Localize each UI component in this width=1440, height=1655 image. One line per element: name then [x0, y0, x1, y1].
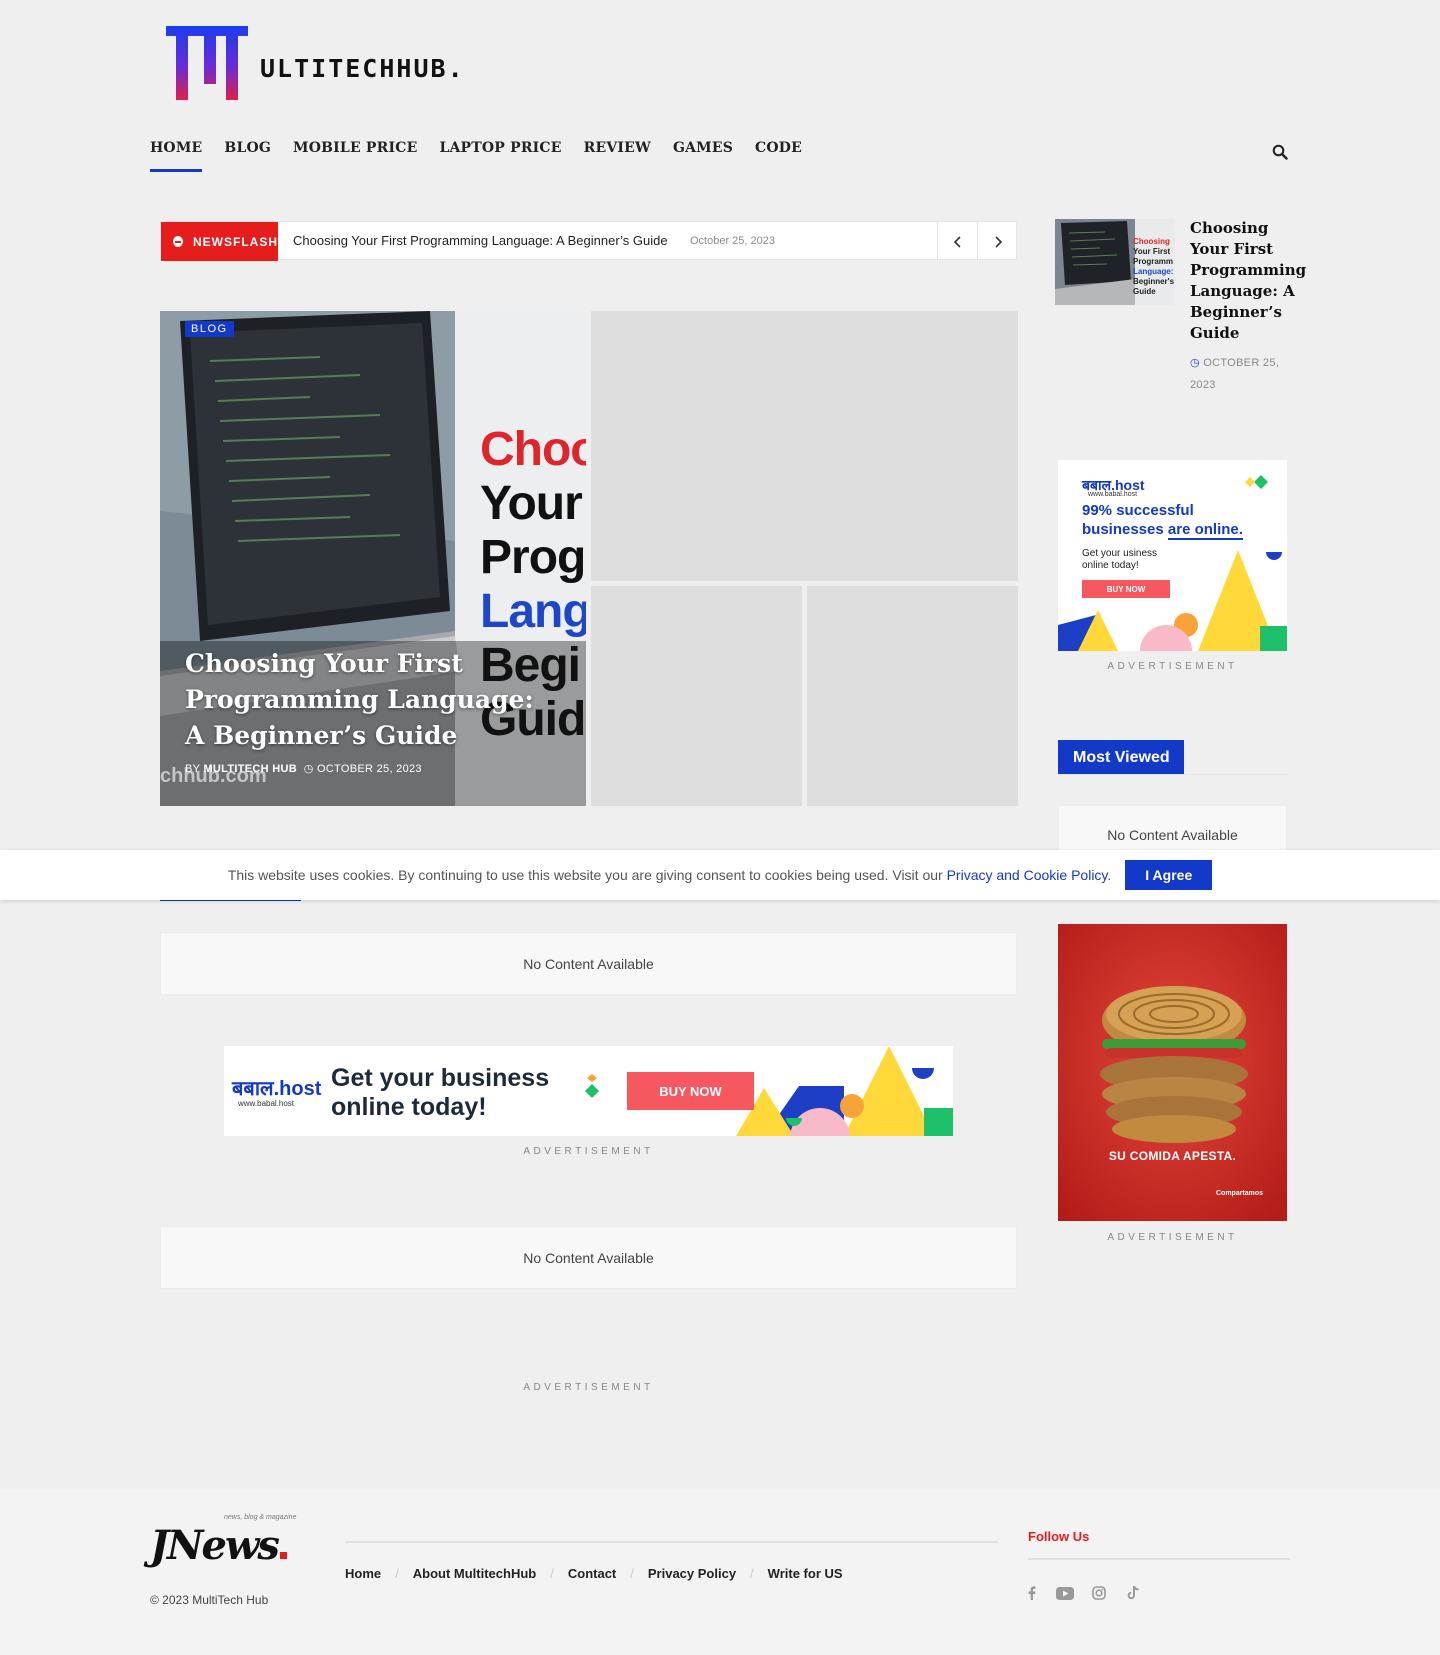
nav-mobile-price[interactable]: MOBILE PRICE [293, 140, 417, 170]
footer-link-contact[interactable]: Contact [568, 1566, 616, 1581]
footer-logo-tagline: news, blog & magazine [224, 1514, 297, 1521]
search-icon[interactable] [1272, 144, 1292, 164]
footer-links: Home / About MultitechHub / Contact / Priva… [345, 1566, 843, 1581]
follow-divider [1028, 1558, 1290, 1560]
nav-blog[interactable]: BLOG [224, 140, 271, 170]
follow-us-heading: Follow Us [1028, 1529, 1090, 1544]
ad-sub2: online today! [1082, 560, 1139, 571]
prev-arrow-icon[interactable] [937, 222, 977, 261]
banner-line1: Get your business [331, 1064, 550, 1092]
post-placeholder-3[interactable] [807, 586, 1018, 806]
footer-link-about[interactable]: About MultitechHub [413, 1566, 536, 1581]
ad-site: www.babal.host [1088, 491, 1138, 498]
sidebar-ad-burger[interactable]: SU COMIDA APESTA. Compartamos [1058, 924, 1287, 1221]
ad-line2a: businesses [1082, 521, 1168, 538]
next-arrow-icon[interactable] [977, 222, 1017, 261]
thumb-text-1: Choosing [1133, 237, 1170, 246]
newsflash-title[interactable]: Choosing Your First Programming Language… [293, 233, 668, 248]
thumb-text-4: Language: [1133, 267, 1174, 276]
thumb-text-5: Beginner's [1133, 277, 1175, 286]
hero-by: BY [185, 763, 201, 775]
logo-text: ULTITECHHUB. [260, 54, 465, 83]
ad-line1: 99% successful [1082, 502, 1194, 519]
clock-icon: ◷ [1190, 357, 1200, 369]
post-placeholder-1[interactable] [591, 311, 1018, 581]
nav-home[interactable]: HOME [150, 140, 203, 172]
advertisement-label: ADVERTISEMENT [1107, 661, 1238, 672]
hero-image-text-3: Prog [480, 531, 586, 584]
banner-buy-now-button[interactable]: BUY NOW [627, 1072, 754, 1110]
cookie-suffix: . [1107, 867, 1112, 883]
footer-logo[interactable]: JNews news, blog & magazine [150, 1514, 296, 1569]
post-placeholder-2[interactable] [591, 586, 802, 806]
footer-sep: / [395, 1566, 399, 1581]
sidebar-post-meta: ◷ OCTOBER 25, 2023 [1190, 352, 1300, 396]
footer-sep: / [630, 1566, 634, 1581]
sidebar-post-title[interactable]: Choosing Your First Programming Language… [1190, 218, 1306, 344]
facebook-icon[interactable] [1022, 1584, 1042, 1602]
thumb-text-2: Your First [1133, 247, 1171, 256]
banner-line2: online today! [331, 1093, 487, 1121]
flash-icon [173, 236, 183, 247]
footer-link-write[interactable]: Write for US [768, 1566, 843, 1581]
nav-games[interactable]: GAMES [673, 140, 733, 170]
newsflash-date: October 25, 2023 [690, 235, 776, 247]
advertisement-label: ADVERTISEMENT [523, 1382, 654, 1393]
hero-image-text-1: Choo [480, 423, 586, 476]
site-logo[interactable]: ULTITECHHUB. [160, 14, 520, 104]
nav-laptop-price[interactable]: LAPTOP PRICE [439, 140, 561, 170]
instagram-icon[interactable] [1089, 1584, 1109, 1602]
advertisement-label: ADVERTISEMENT [523, 1146, 654, 1157]
burger-ad-headline: SU COMIDA APESTA. [1108, 1149, 1237, 1163]
most-viewed-heading: Most Viewed [1058, 740, 1184, 775]
sidebar-post-date: OCTOBER 25, 2023 [1190, 357, 1280, 391]
footer-copyright: © 2023 MultiTech Hub [150, 1593, 269, 1607]
ad-sub1: Get your usiness [1082, 548, 1158, 559]
logo-dot [279, 1552, 287, 1559]
newsflash-badge: NEWSFLASH [161, 222, 278, 261]
cookie-bar: This website uses cookies. By continuing… [0, 850, 1440, 900]
footer-link-home[interactable]: Home [345, 1566, 381, 1581]
cookie-policy-link[interactable]: Privacy and Cookie Policy [947, 867, 1108, 883]
content-empty-2: No Content Available [160, 1226, 1017, 1289]
main-nav: HOME BLOG MOBILE PRICE LAPTOP PRICE REVI… [150, 140, 802, 172]
hero-image-text-2: Your [480, 477, 583, 530]
clock-icon: ◷ [303, 763, 314, 775]
footer-logo-text: JNews [150, 1522, 280, 1569]
footer-sep: / [550, 1566, 554, 1581]
newsflash-bar: NEWSFLASH Choosing Your First Programmin… [160, 221, 1017, 261]
footer-link-privacy[interactable]: Privacy Policy [648, 1566, 736, 1581]
burger-ad-brand: Compartamos [1216, 1190, 1264, 1197]
hero-author[interactable]: MULTITECH HUB [203, 763, 297, 775]
footer-sep: / [750, 1566, 754, 1581]
cookie-text: This website uses cookies. By continuing… [227, 867, 943, 883]
hero-image-text-4: Lang [480, 585, 586, 638]
hero-date: OCTOBER 25, 2023 [316, 763, 422, 775]
newsflash-label: NEWSFLASH [193, 234, 278, 249]
hero-title[interactable]: Choosing Your First Programming Language… [185, 646, 545, 754]
hero-post[interactable]: Choo Your Prog Lang Begi Guid chhub.com … [160, 311, 586, 806]
footer-divider [345, 1541, 998, 1543]
banner-ad-babal[interactable]: बबाल.host www.babal.host Get your busine… [224, 1046, 953, 1136]
burger-image [1058, 924, 1287, 1221]
cookie-agree-button[interactable]: I Agree [1125, 860, 1213, 890]
hero-category-tag[interactable]: BLOG [185, 321, 234, 337]
banner-brand: बबाल.host [232, 1078, 322, 1100]
divider [1058, 774, 1287, 775]
youtube-icon[interactable] [1055, 1584, 1075, 1602]
tiktok-icon[interactable] [1123, 1584, 1143, 1602]
hero-meta: BY MULTITECH HUB ◷ OCTOBER 25, 2023 [185, 762, 422, 775]
thumb-text-6: Guide [1133, 287, 1156, 296]
sidebar-post-thumbnail[interactable]: Choosing Your First Programm Language: B… [1055, 219, 1175, 305]
content-empty-1: No Content Available [160, 932, 1017, 995]
sidebar-ad-babal[interactable]: बबाल.host www.babal.host 99% successful … [1058, 460, 1287, 651]
ad-line2b: are online. [1167, 521, 1243, 540]
advertisement-label: ADVERTISEMENT [1107, 1232, 1238, 1243]
nav-code[interactable]: CODE [755, 140, 802, 170]
thumb-text-3: Programm [1133, 257, 1174, 266]
ad-buy-now-button[interactable]: BUY NOW [1082, 580, 1170, 598]
nav-review[interactable]: REVIEW [584, 140, 651, 170]
banner-site: www.babal.host [238, 1099, 295, 1108]
